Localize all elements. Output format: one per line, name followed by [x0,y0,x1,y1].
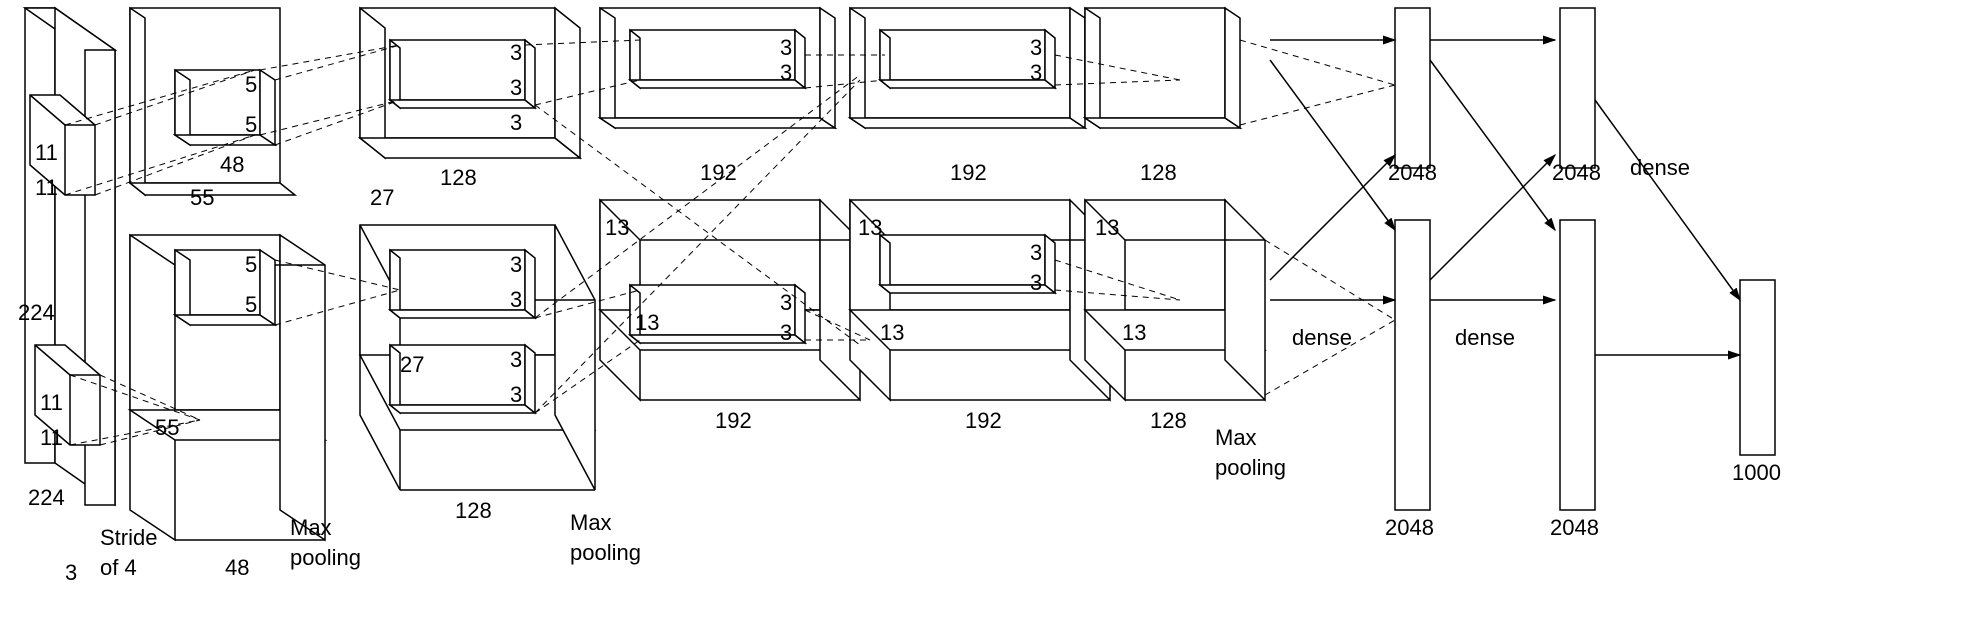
num-13c5b: 13 [1122,320,1146,345]
num-192c4b: 192 [965,408,1002,433]
num-27b: 27 [400,352,424,377]
fc6-top [1395,8,1430,168]
lbl-maxpool2b: pooling [570,540,641,565]
num-13c4a: 13 [858,215,882,240]
num-3c4c: 3 [1030,240,1042,265]
num-3c3a: 3 [780,35,792,60]
num-3c4d: 3 [1030,270,1042,295]
num-3c3b: 3 [780,60,792,85]
fc6-bottom [1395,220,1430,510]
num-192c3b: 192 [715,408,752,433]
fc7-top [1560,8,1595,168]
num-128a: 128 [440,165,477,190]
num-128c5b: 128 [1150,408,1187,433]
alexnet-diagram: 224 224 3 Stride of 4 11 11 11 11 55 55 … [0,0,1988,634]
num-192c4t: 192 [950,160,987,185]
num-55b: 55 [190,185,214,210]
lbl-stride: Stride [100,525,157,550]
conv4-bottom-block [850,200,1110,400]
num-27a: 27 [370,185,394,210]
num-5a: 5 [245,72,257,97]
conv1-filter-bottom [175,250,275,325]
num-2048a: 2048 [1388,160,1437,185]
num-5d: 5 [245,292,257,317]
num-48b: 48 [225,555,249,580]
num-11a: 11 [35,140,58,165]
num-3c-x: 3 [510,110,522,135]
num-128c5t: 128 [1140,160,1177,185]
num-13c3b: 13 [635,310,659,335]
num-48a: 48 [220,152,244,177]
conv5-top-block [1085,8,1240,128]
conv3-filters [630,30,805,343]
lbl-dense3: dense [1630,155,1690,180]
num-192c3t: 192 [700,160,737,185]
num-3c4a: 3 [1030,35,1042,60]
num-13c3a: 13 [605,215,629,240]
lbl-maxpool1b: pooling [290,545,361,570]
num-3b: 3 [510,75,522,100]
num-55a: 55 [155,415,179,440]
num-11b: 11 [35,175,58,200]
num-3c: 3 [510,252,522,277]
num-13c5a: 13 [1095,215,1119,240]
num-224b: 224 [28,485,65,510]
num-3a: 3 [510,40,522,65]
num-3c4b: 3 [1030,60,1042,85]
lbl-dense1: dense [1292,325,1352,350]
num-2048d: 2048 [1550,515,1599,540]
num-3c3c: 3 [780,290,792,315]
lbl-maxpool1a: Max [290,515,332,540]
num-3d: 3 [510,287,522,312]
num-128b: 128 [455,498,492,523]
num-13c4b: 13 [880,320,904,345]
num-224a: 224 [18,300,55,325]
fc7-bottom [1560,220,1595,510]
num-3: 3 [65,560,77,585]
fc-arrows [1270,40,1740,355]
num-2048c: 2048 [1552,160,1601,185]
num-11c: 11 [40,390,63,415]
lbl-maxpool5a: Max [1215,425,1257,450]
num-1000: 1000 [1732,460,1781,485]
num-5c: 5 [245,252,257,277]
output-block [1740,280,1775,455]
num-3c3d: 3 [780,320,792,345]
num-3f: 3 [510,382,522,407]
lbl-dense2: dense [1455,325,1515,350]
num-2048b: 2048 [1385,515,1434,540]
num-5b: 5 [245,112,257,137]
lbl-maxpool5b: pooling [1215,455,1286,480]
num-11d: 11 [40,425,63,450]
num-3e: 3 [510,347,522,372]
lbl-maxpool2a: Max [570,510,612,535]
lbl-of4: of 4 [100,555,137,580]
conv1-filter-top [175,70,275,145]
